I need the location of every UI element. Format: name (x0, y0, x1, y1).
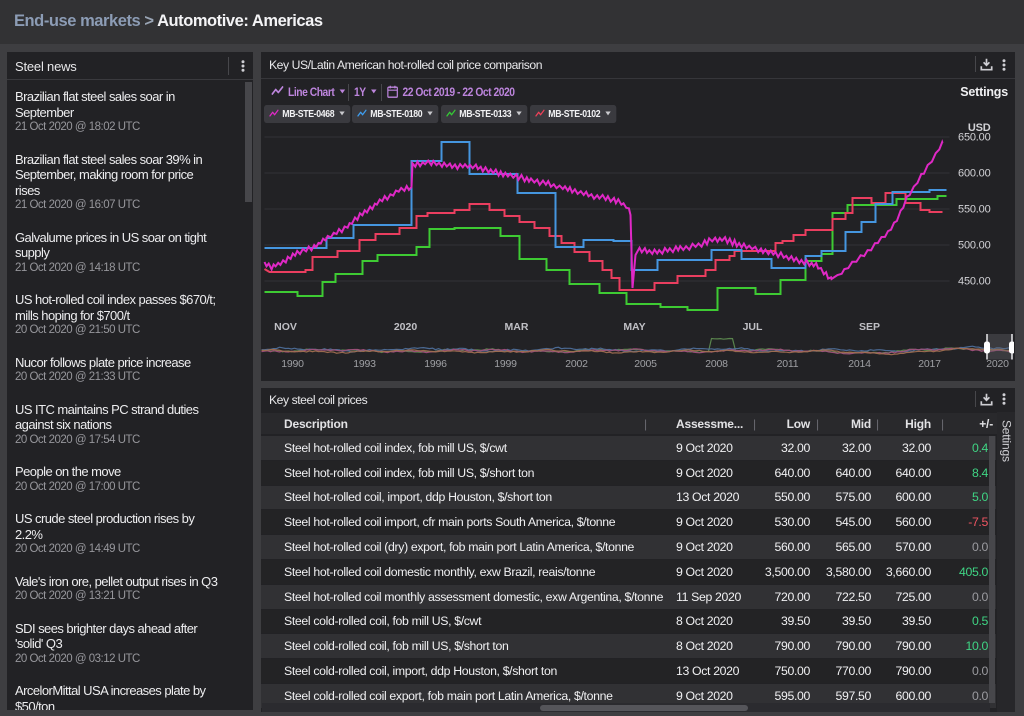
svg-text:2008: 2008 (705, 358, 728, 370)
svg-text:NOV: NOV (274, 321, 297, 333)
svg-text:1993: 1993 (353, 358, 376, 370)
svg-text:450.00: 450.00 (958, 276, 991, 288)
svg-text:2002: 2002 (565, 358, 588, 370)
svg-text:2017: 2017 (918, 358, 941, 370)
svg-text:2005: 2005 (634, 358, 657, 370)
svg-text:2014: 2014 (848, 358, 871, 370)
svg-text:600.00: 600.00 (958, 168, 991, 180)
svg-text:JUL: JUL (743, 321, 763, 333)
svg-text:SEP: SEP (859, 321, 880, 333)
svg-text:1990: 1990 (281, 358, 304, 370)
svg-text:2011: 2011 (777, 358, 799, 370)
svg-text:MAR: MAR (505, 321, 529, 333)
svg-text:2020: 2020 (986, 358, 1009, 370)
svg-text:1999: 1999 (494, 358, 517, 370)
svg-text:1996: 1996 (424, 358, 447, 370)
svg-text:2020: 2020 (394, 321, 418, 333)
svg-text:550.00: 550.00 (958, 204, 991, 216)
svg-text:USD: USD (968, 122, 991, 134)
svg-text:MAY: MAY (623, 321, 645, 333)
svg-text:500.00: 500.00 (958, 240, 991, 252)
